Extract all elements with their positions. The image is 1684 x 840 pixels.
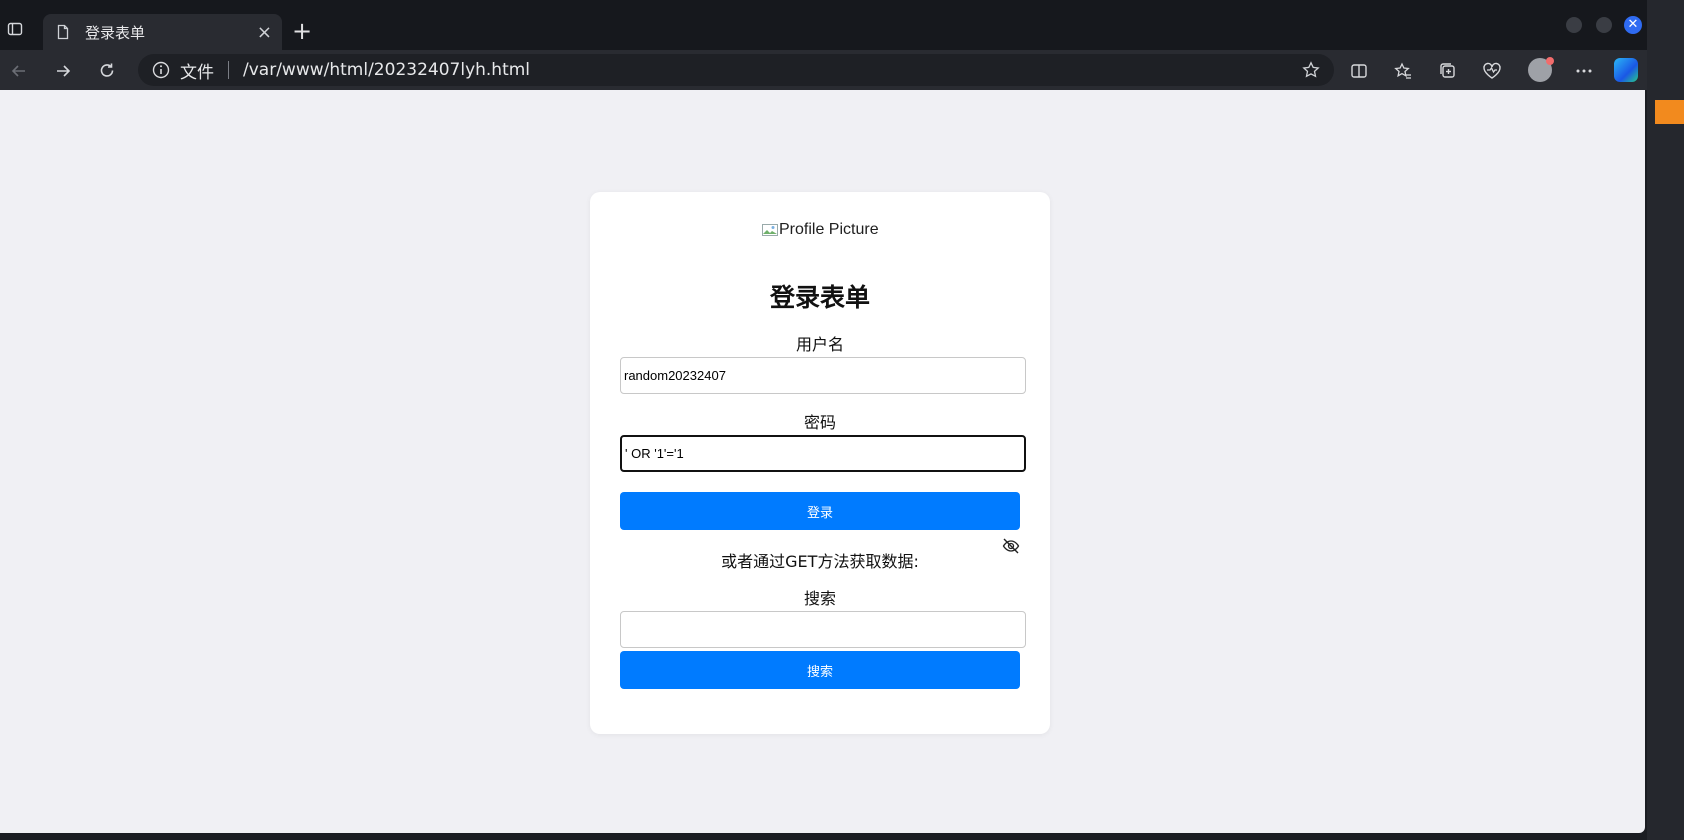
address-divider	[228, 61, 229, 79]
maximize-button[interactable]	[1596, 17, 1612, 33]
form-title: 登录表单	[769, 283, 870, 312]
forward-icon[interactable]	[52, 60, 74, 82]
favorite-star-icon[interactable]	[1302, 61, 1320, 79]
broken-image-icon	[762, 224, 778, 236]
more-options-icon[interactable]	[1573, 60, 1595, 82]
browser-essentials-icon[interactable]	[1481, 60, 1503, 82]
get-method-note: 或者通过GET方法获取数据:	[721, 552, 919, 571]
page-viewport: Profile Picture 登录表单 用户名 密码 登录 或者通过GET方法…	[0, 90, 1645, 833]
favorites-icon[interactable]	[1392, 60, 1414, 82]
password-input[interactable]	[620, 435, 1026, 472]
search-input[interactable]	[620, 611, 1026, 648]
collections-icon[interactable]	[1437, 60, 1459, 82]
username-label: 用户名	[795, 335, 844, 354]
login-button[interactable]: 登录	[620, 492, 1020, 530]
adjacent-window-strip	[1647, 0, 1684, 840]
page-icon	[55, 24, 71, 40]
login-card: Profile Picture 登录表单 用户名 密码 登录 或者通过GET方法…	[590, 192, 1050, 734]
search-button[interactable]: 搜索	[620, 651, 1020, 689]
browser-titlebar: 登录表单 × + ✕	[0, 0, 1647, 50]
profile-avatar[interactable]	[1528, 57, 1554, 82]
scheme-label: 文件	[180, 62, 214, 83]
username-input[interactable]	[620, 357, 1026, 394]
split-screen-icon[interactable]	[1348, 60, 1370, 82]
profile-picture-alt-text: Profile Picture	[779, 221, 879, 238]
address-bar[interactable]: 文件 /var/www/html/20232407lyh.html	[138, 54, 1334, 86]
new-tab-icon[interactable]: +	[292, 19, 312, 43]
tab-actions-icon[interactable]	[6, 20, 24, 38]
browser-toolbar: 文件 /var/www/html/20232407lyh.html	[0, 50, 1647, 90]
tab-title: 登录表单	[85, 23, 146, 42]
notification-dot	[1546, 57, 1554, 65]
back-icon[interactable]	[8, 60, 30, 82]
minimize-button[interactable]	[1566, 17, 1582, 33]
adjacent-window-accent	[1655, 100, 1684, 124]
search-label: 搜索	[803, 589, 836, 608]
refresh-icon[interactable]	[96, 60, 118, 82]
url-text[interactable]: /var/www/html/20232407lyh.html	[243, 60, 530, 80]
copilot-icon[interactable]	[1614, 58, 1638, 82]
password-label: 密码	[803, 413, 836, 432]
tab-close-icon[interactable]: ×	[257, 22, 272, 43]
browser-tab[interactable]: 登录表单 ×	[43, 14, 282, 50]
profile-picture: Profile Picture	[762, 220, 879, 240]
close-window-button[interactable]: ✕	[1624, 16, 1642, 34]
info-icon[interactable]	[152, 61, 170, 79]
